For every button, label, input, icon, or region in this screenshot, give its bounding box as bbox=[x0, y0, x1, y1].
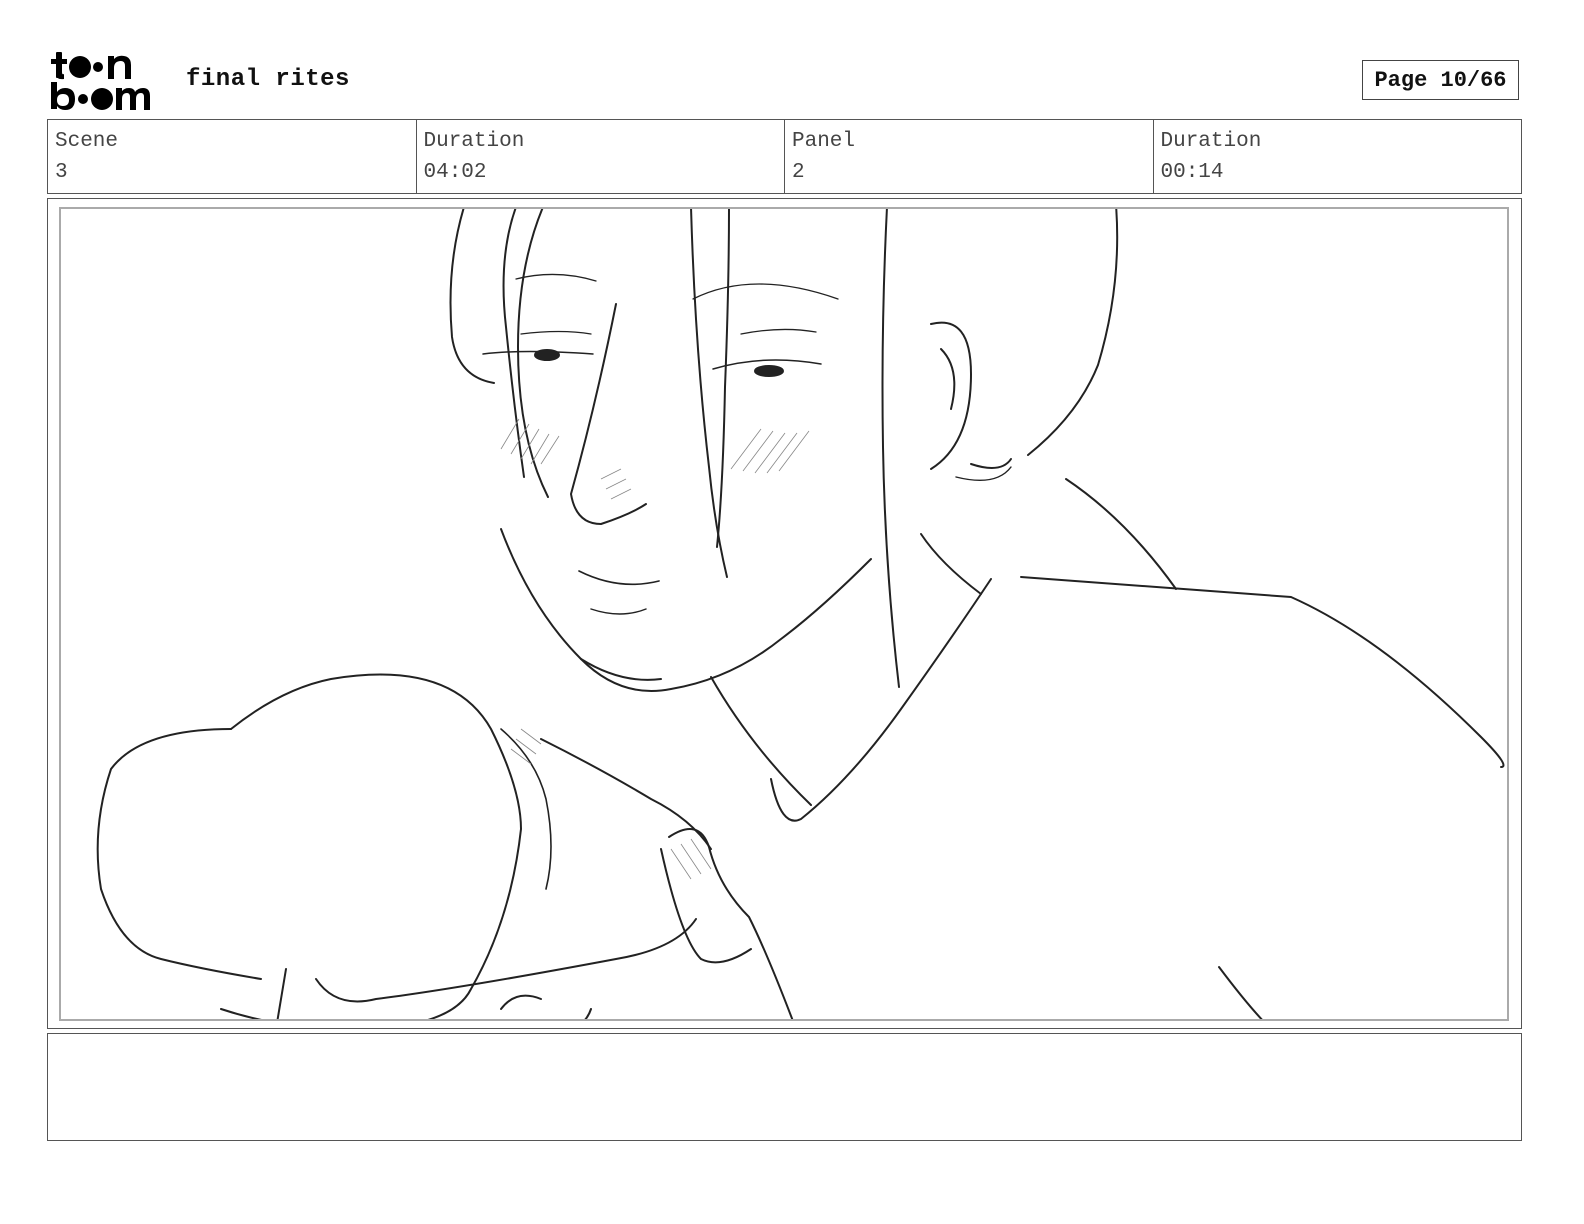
panel-duration-label: Duration bbox=[1160, 130, 1262, 153]
panel-label: Panel bbox=[792, 130, 856, 153]
panel-duration-cell: Duration 00:14 bbox=[1154, 120, 1522, 193]
scene-info-table: Scene 3 Duration 04:02 Panel 2 Duration … bbox=[47, 119, 1522, 194]
panel-cell: Panel 2 bbox=[785, 120, 1154, 193]
panel-duration-value: 00:14 bbox=[1160, 161, 1224, 184]
toon-boom-logo bbox=[50, 50, 162, 112]
storyboard-panel-frame bbox=[47, 198, 1522, 1029]
scene-label: Scene bbox=[55, 130, 119, 153]
scene-cell: Scene 3 bbox=[48, 120, 417, 193]
scene-duration-label: Duration bbox=[423, 130, 525, 153]
scene-value: 3 bbox=[55, 161, 68, 184]
sketch-drawing bbox=[96, 209, 1505, 1019]
notes-box bbox=[47, 1033, 1522, 1141]
scene-duration-cell: Duration 04:02 bbox=[417, 120, 785, 193]
page-indicator: Page 10/66 bbox=[1362, 60, 1519, 100]
storyboard-panel-drawing bbox=[59, 207, 1509, 1021]
scene-duration-value: 04:02 bbox=[423, 161, 487, 184]
panel-value: 2 bbox=[792, 161, 805, 184]
project-title: final rites bbox=[186, 66, 350, 93]
